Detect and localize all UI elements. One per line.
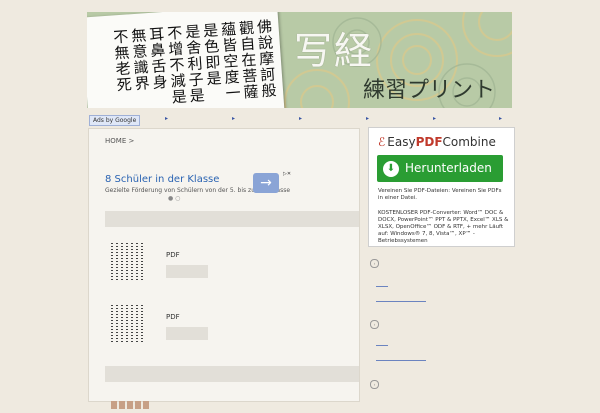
ad-arrow-button[interactable]: →	[253, 173, 279, 193]
ad-pager-dots[interactable]: ● ○	[168, 195, 180, 202]
chevron-right-icon: ›	[370, 259, 379, 268]
ad-logo: ℰ EasyPDFCombine	[378, 135, 496, 149]
pdf-link[interactable]: PDF	[166, 251, 180, 259]
ad-text: KOSTENLOSER PDF-Converter: Word™ DOC & D…	[378, 210, 509, 244]
sidebar-link[interactable]	[376, 345, 388, 346]
sidebar-nav-item[interactable]: ›	[370, 320, 379, 329]
download-button[interactable]: ⬇ Herunterladen	[377, 155, 503, 182]
thumbnail-strip[interactable]	[111, 394, 159, 409]
logo-text: PDF	[415, 135, 443, 149]
chevron-right-icon: ›	[370, 320, 379, 329]
sidebar-link[interactable]	[376, 301, 426, 302]
ad-text: Vereinen Sie PDF-Dateien: Vereinen Sie P…	[378, 188, 502, 201]
logo-mark-icon: ℰ	[378, 135, 386, 149]
sutra-paper: 佛說摩訶般 觀自在菩薩 蘊皆空度一 是色即是 是舍利子是 不增不減是 耳鼻舌身 …	[87, 12, 286, 108]
link-unit-link[interactable]	[232, 115, 236, 122]
sutra-text: 佛說摩訶般 觀自在菩薩 蘊皆空度一 是色即是 是舍利子是 不增不減是 耳鼻舌身 …	[112, 17, 278, 108]
section-band	[105, 366, 359, 382]
site-title: 写経	[294, 29, 375, 73]
logo-text: Easy	[387, 135, 416, 149]
site-banner[interactable]: 佛說摩訶般 觀自在菩薩 蘊皆空度一 是色即是 是舍利子是 不增不減是 耳鼻舌身 …	[87, 12, 512, 108]
download-label: Herunterladen	[405, 161, 492, 175]
ad-description: Gezielte Förderung von Schülern von der …	[105, 187, 291, 194]
sidebar-link[interactable]	[376, 286, 388, 287]
link-unit-link[interactable]	[165, 115, 169, 122]
pdf-link[interactable]: PDF	[166, 313, 180, 321]
sidebar-nav-item[interactable]: ›	[370, 259, 379, 268]
site-subtitle: 練習プリント	[363, 78, 496, 103]
ad-choices-icon[interactable]: ▷✕	[283, 171, 291, 177]
sutra-thumbnail[interactable]	[111, 305, 147, 345]
sidebar-link[interactable]	[376, 360, 426, 361]
ad-title[interactable]: 8 Schüler in der Klasse	[105, 174, 310, 185]
text-ad[interactable]: 8 Schüler in der Klasse Gezielte Förderu…	[105, 171, 310, 198]
chevron-right-icon: ›	[370, 380, 379, 389]
sutra-thumbnail[interactable]	[111, 243, 147, 283]
main-content: HOME > 8 Schüler in der Klasse Gezielte …	[88, 128, 360, 409]
link-unit-link[interactable]	[499, 115, 503, 122]
logo-text: Combine	[442, 135, 496, 149]
download-arrow-icon: ⬇	[383, 160, 399, 177]
ads-by-google-badge[interactable]: Ads by Google	[89, 115, 141, 126]
list-item[interactable]: PDF	[111, 243, 311, 287]
item-bar	[166, 265, 208, 278]
link-unit-link[interactable]	[366, 115, 370, 122]
breadcrumb[interactable]: HOME >	[105, 137, 134, 145]
link-unit-link[interactable]	[299, 115, 303, 122]
item-bar	[166, 327, 208, 340]
link-unit-bar: Ads by Google	[87, 114, 512, 126]
link-unit-link[interactable]	[433, 115, 437, 122]
list-item[interactable]: PDF	[111, 305, 311, 349]
sidebar-nav-item[interactable]: ›	[370, 380, 379, 389]
section-band	[105, 211, 359, 227]
sidebar-ad[interactable]: ℰ EasyPDFCombine ⬇ Herunterladen Vereinen …	[368, 127, 515, 247]
sutra-column: 佛說摩訶般	[256, 17, 278, 101]
